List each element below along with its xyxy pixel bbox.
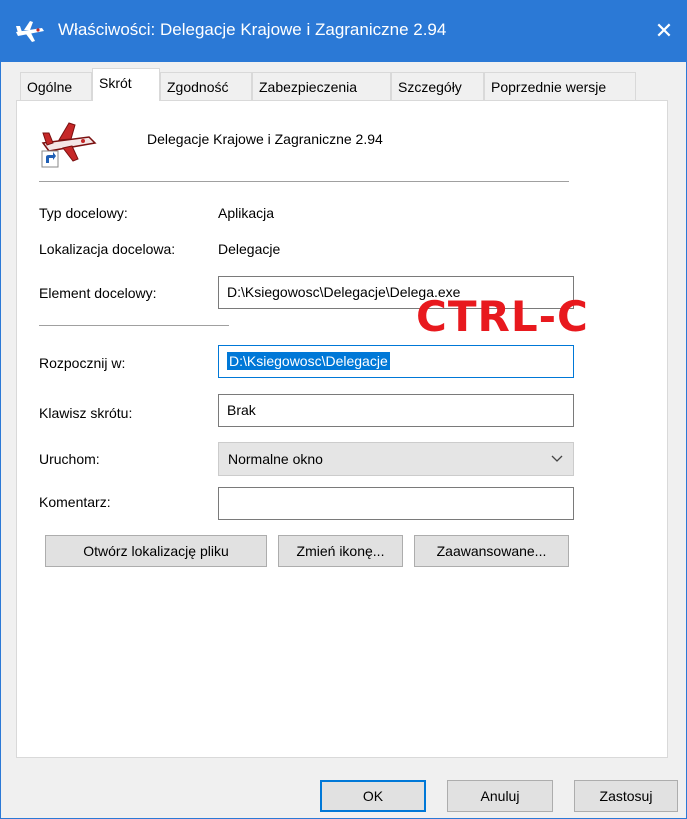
open-file-location-button[interactable]: Otwórz lokalizację pliku (45, 535, 267, 567)
airplane-shortcut-icon (41, 122, 97, 168)
apply-button[interactable]: Zastosuj (574, 780, 678, 812)
target-type-value: Aplikacja (218, 205, 275, 221)
tab-previous-versions[interactable]: Poprzednie wersje (484, 72, 636, 100)
target-label: Element docelowy: (39, 285, 157, 301)
chevron-down-icon (551, 455, 563, 462)
shortcut-panel: Delegacje Krajowe i Zagraniczne 2.94 Typ… (16, 100, 668, 758)
hotkey-field[interactable]: Brak (218, 394, 574, 427)
advanced-button[interactable]: Zaawansowane... (414, 535, 569, 567)
window-title: Właściwości: Delegacje Krajowe i Zagrani… (58, 20, 447, 39)
comment-field[interactable] (218, 487, 574, 520)
target-location-value: Delegacje (218, 241, 281, 257)
tab-general[interactable]: Ogólne (20, 72, 92, 100)
tab-details[interactable]: Szczegóły (391, 72, 484, 100)
comment-label: Komentarz: (39, 494, 111, 510)
run-label: Uruchom: (39, 451, 100, 467)
title-bar: Właściwości: Delegacje Krajowe i Zagrani… (0, 0, 687, 62)
close-icon[interactable]: ✕ (641, 0, 687, 62)
ok-button[interactable]: OK (320, 780, 426, 812)
hotkey-label: Klawisz skrótu: (39, 405, 133, 421)
target-type-label: Typ docelowy: (39, 205, 128, 221)
target-location-label: Lokalizacja docelowa: (39, 241, 176, 257)
tab-shortcut[interactable]: Skrót (92, 68, 160, 101)
run-dropdown[interactable]: Normalne okno (218, 442, 574, 476)
tab-security[interactable]: Zabezpieczenia (252, 72, 391, 100)
start-in-field[interactable]: D:\Ksiegowosc\Delegacje (218, 345, 574, 378)
start-in-label: Rozpocznij w: (39, 355, 126, 371)
tab-compatibility[interactable]: Zgodność (160, 72, 252, 100)
divider (39, 325, 229, 326)
change-icon-button[interactable]: Zmień ikonę... (278, 535, 403, 567)
run-selected-value: Normalne okno (228, 451, 323, 467)
divider (39, 181, 569, 182)
shortcut-name: Delegacje Krajowe i Zagraniczne 2.94 (147, 131, 383, 147)
ctrl-c-annotation: CTRL-C (416, 292, 589, 341)
airplane-icon (16, 21, 44, 42)
cancel-button[interactable]: Anuluj (447, 780, 553, 812)
start-in-selected-text: D:\Ksiegowosc\Delegacje (227, 352, 390, 370)
